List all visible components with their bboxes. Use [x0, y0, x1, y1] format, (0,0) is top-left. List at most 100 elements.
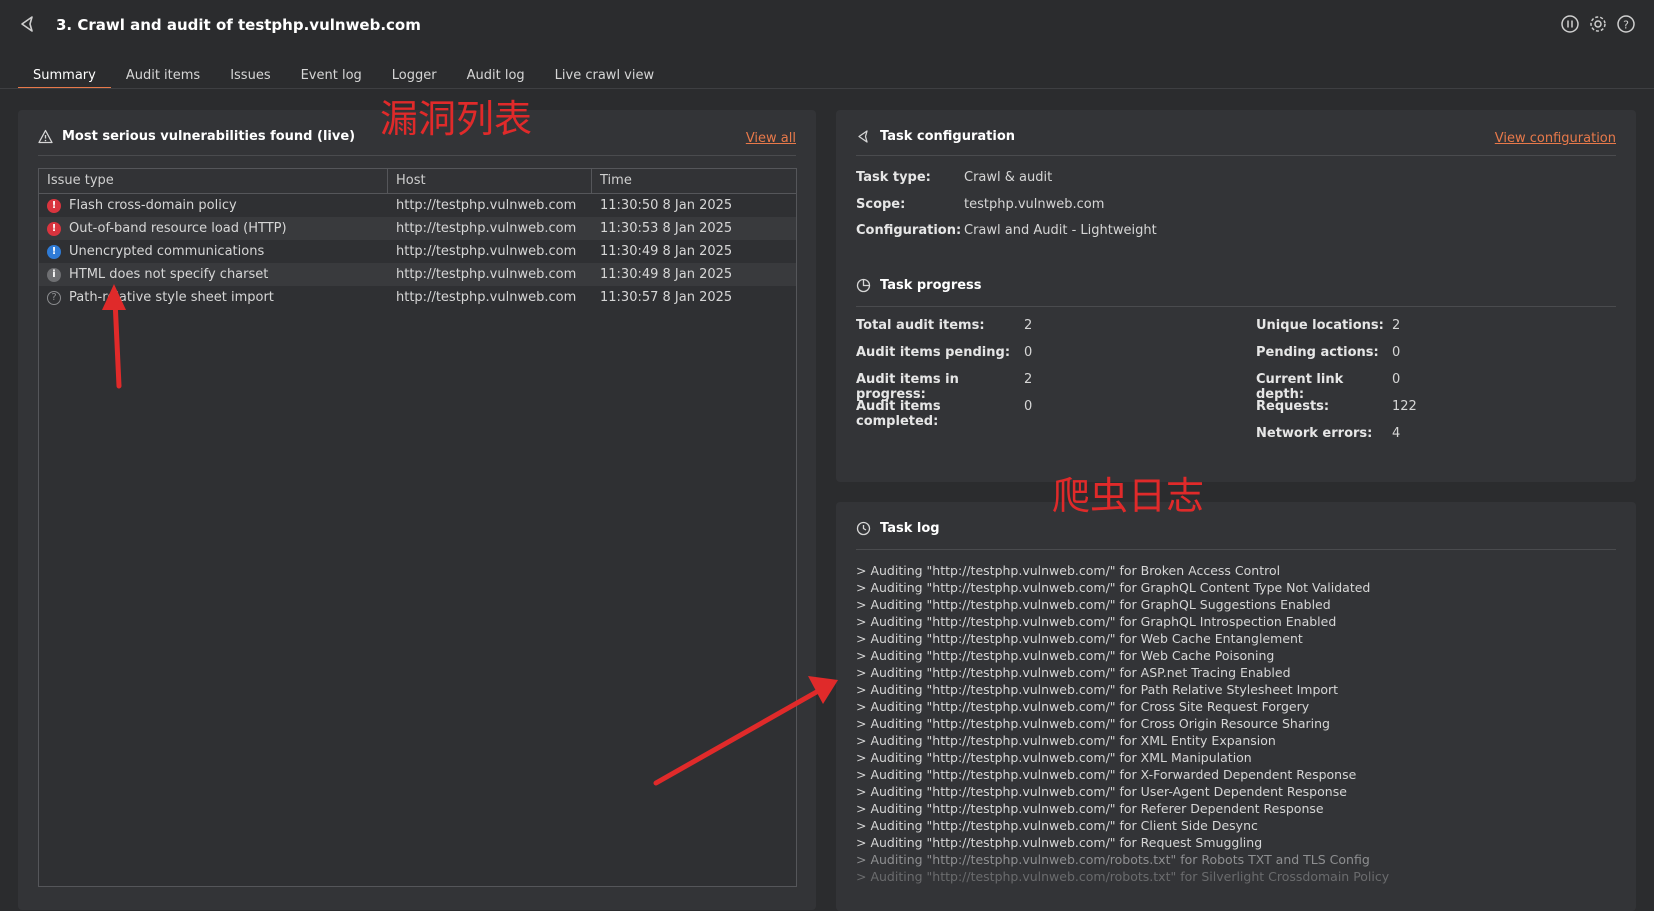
clock-icon: [856, 521, 871, 536]
log-line: > Auditing "http://testphp.vulnweb.com/"…: [856, 733, 1276, 748]
pause-icon[interactable]: [1560, 14, 1580, 34]
task-log-list: > Auditing "http://testphp.vulnweb.com/"…: [856, 562, 1616, 885]
issue-time: 11:30:49 8 Jan 2025: [600, 244, 733, 259]
audit-items-completed-label: Audit items completed:: [856, 399, 941, 429]
tab-audit-log[interactable]: Audit log: [452, 66, 540, 89]
log-line: > Auditing "http://testphp.vulnweb.com/"…: [856, 767, 1357, 782]
warning-icon: [38, 129, 53, 144]
svg-text:?: ?: [1623, 19, 1629, 32]
help-icon[interactable]: ?: [1616, 14, 1636, 34]
requests-label: Requests:: [1256, 399, 1330, 414]
current-link-depth-label: Current link depth:: [1256, 372, 1344, 402]
issue-type: Path-relative style sheet import: [69, 290, 274, 305]
table-row[interactable]: ! Unencrypted communications http://testp…: [39, 240, 796, 263]
table-row[interactable]: i HTML does not specify charset http://te…: [39, 263, 796, 286]
scope-label: Scope:: [856, 197, 906, 212]
task-type-value: Crawl & audit: [964, 170, 1053, 185]
pending-actions-label: Pending actions:: [1256, 345, 1379, 360]
top-bar: 3. Crawl and audit of testphp.vulnweb.co…: [0, 0, 1654, 52]
vulnerabilities-table: Issue type Host Time ! Flash cross-domain…: [38, 168, 797, 887]
column-time[interactable]: Time: [592, 169, 794, 193]
audit-items-in-progress-label: Audit items in progress:: [856, 372, 959, 402]
column-host[interactable]: Host: [388, 169, 592, 193]
log-line: > Auditing "http://testphp.vulnweb.com/"…: [856, 682, 1339, 697]
view-configuration-link[interactable]: View configuration: [1495, 131, 1616, 146]
issue-host: http://testphp.vulnweb.com: [396, 267, 577, 282]
tab-summary[interactable]: Summary: [18, 66, 111, 89]
unique-locations-label: Unique locations:: [1256, 318, 1384, 333]
task-type-label: Task type:: [856, 170, 931, 185]
log-line: > Auditing "http://testphp.vulnweb.com/"…: [856, 563, 1281, 578]
scope-value: testphp.vulnweb.com: [964, 197, 1105, 212]
unique-locations-value: 2: [1392, 318, 1401, 333]
current-link-depth-value: 0: [1392, 372, 1401, 387]
table-row[interactable]: ? Path-relative style sheet import http:/…: [39, 286, 796, 309]
vulnerabilities-title: Most serious vulnerabilities found (live…: [62, 129, 356, 144]
high-severity-icon: !: [47, 198, 61, 213]
log-line: > Auditing "http://testphp.vulnweb.com/"…: [856, 716, 1330, 731]
log-line: > Auditing "http://testphp.vulnweb.com/"…: [856, 699, 1310, 714]
log-line: > Auditing "http://testphp.vulnweb.com/r…: [856, 869, 1390, 884]
log-line: > Auditing "http://testphp.vulnweb.com/"…: [856, 818, 1258, 833]
log-line: > Auditing "http://testphp.vulnweb.com/"…: [856, 614, 1337, 629]
annotation-crawl-log: 爬虫日志: [1052, 474, 1205, 518]
issue-type: Flash cross-domain policy: [69, 198, 237, 213]
task-progress-title: Task progress: [880, 278, 982, 293]
issue-host: http://testphp.vulnweb.com: [396, 244, 577, 259]
table-row[interactable]: ! Flash cross-domain policy http://testph…: [39, 194, 796, 217]
issue-time: 11:30:50 8 Jan 2025: [600, 198, 733, 213]
pending-actions-value: 0: [1392, 345, 1401, 360]
pie-chart-icon: [856, 278, 871, 293]
page-title: 3. Crawl and audit of testphp.vulnweb.co…: [56, 16, 421, 34]
panel-divider: [856, 306, 1616, 307]
issue-time: 11:30:57 8 Jan 2025: [600, 290, 733, 305]
task-configuration-panel: Task configuration View configuration Ta…: [836, 110, 1636, 482]
requests-value: 122: [1392, 399, 1417, 414]
info-severity-icon: !: [47, 244, 61, 259]
tab-live-crawl-view[interactable]: Live crawl view: [540, 66, 669, 89]
issue-host: http://testphp.vulnweb.com: [396, 290, 577, 305]
audit-items-pending-value: 0: [1024, 345, 1033, 360]
issue-type: Unencrypted communications: [69, 244, 265, 259]
log-line: > Auditing "http://testphp.vulnweb.com/"…: [856, 835, 1263, 850]
log-line: > Auditing "http://testphp.vulnweb.com/"…: [856, 665, 1291, 680]
task-log-title: Task log: [880, 521, 940, 536]
vulnerabilities-panel: Most serious vulnerabilities found (live…: [18, 110, 816, 910]
tab-bar: Summary Audit items Issues Event log Log…: [18, 66, 669, 89]
tab-issues[interactable]: Issues: [215, 66, 285, 89]
task-log-panel: Task log > Auditing "http://testphp.vuln…: [836, 502, 1636, 911]
network-errors-label: Network errors:: [1256, 426, 1373, 441]
log-line: > Auditing "http://testphp.vulnweb.com/"…: [856, 631, 1303, 646]
gear-icon[interactable]: [1588, 14, 1608, 34]
task-arrow-icon: [858, 130, 868, 143]
tab-event-log[interactable]: Event log: [286, 66, 377, 89]
log-line: > Auditing "http://testphp.vulnweb.com/"…: [856, 648, 1275, 663]
tab-audit-items[interactable]: Audit items: [111, 66, 215, 89]
log-line: > Auditing "http://testphp.vulnweb.com/"…: [856, 580, 1371, 595]
issue-host: http://testphp.vulnweb.com: [396, 198, 577, 213]
tentative-question-icon: ?: [47, 290, 61, 305]
network-errors-value: 4: [1392, 426, 1401, 441]
log-line: > Auditing "http://testphp.vulnweb.com/r…: [856, 852, 1370, 867]
panel-divider: [856, 155, 1616, 156]
high-severity-icon: !: [47, 221, 61, 236]
issue-type: Out-of-band resource load (HTTP): [69, 221, 287, 236]
configuration-label: Configuration:: [856, 223, 962, 238]
log-line: > Auditing "http://testphp.vulnweb.com/"…: [856, 750, 1252, 765]
issue-time: 11:30:49 8 Jan 2025: [600, 267, 733, 282]
back-arrow-icon[interactable]: [17, 13, 39, 35]
log-line: > Auditing "http://testphp.vulnweb.com/"…: [856, 784, 1347, 799]
total-audit-items-label: Total audit items:: [856, 318, 985, 333]
information-icon: i: [47, 267, 61, 282]
column-issue-type[interactable]: Issue type: [39, 169, 388, 193]
configuration-value: Crawl and Audit - Lightweight: [964, 223, 1157, 238]
panel-divider: [38, 155, 796, 156]
audit-items-pending-label: Audit items pending:: [856, 345, 1011, 360]
tabs-divider: [0, 88, 1654, 89]
annotation-vuln-list: 漏洞列表: [380, 97, 533, 141]
table-row[interactable]: ! Out-of-band resource load (HTTP) http:/…: [39, 217, 796, 240]
tab-logger[interactable]: Logger: [377, 66, 452, 89]
log-line: > Auditing "http://testphp.vulnweb.com/"…: [856, 801, 1324, 816]
view-all-link[interactable]: View all: [746, 131, 796, 146]
log-line: > Auditing "http://testphp.vulnweb.com/"…: [856, 597, 1331, 612]
